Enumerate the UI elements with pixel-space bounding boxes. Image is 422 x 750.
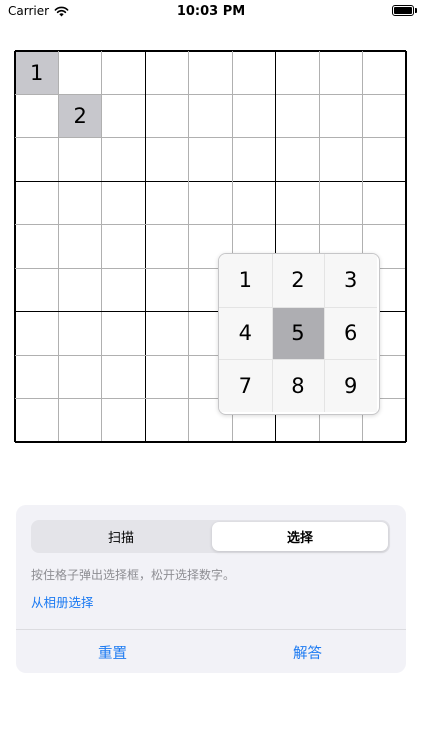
picker-divider [219,306,377,308]
status-bar: Carrier 10:03 PM [0,0,422,24]
reset-button[interactable]: 重置 [98,642,127,663]
solve-button[interactable]: 解答 [293,642,322,663]
grid-line-vertical [57,51,59,442]
number-picker[interactable]: 123456789 [218,253,380,415]
grid-line-horizontal [15,137,406,139]
picker-divider [219,359,377,361]
grid-line-horizontal [15,180,406,183]
grid-cell-filled[interactable]: 1 [15,51,59,95]
instruction-text: 按住格子弹出选择框，松开选择数字。 [31,568,236,582]
picker-number-8[interactable]: 8 [271,359,325,412]
grid-line-horizontal [15,93,406,95]
picker-number-7[interactable]: 7 [219,359,272,412]
picker-number-6[interactable]: 6 [324,306,377,360]
choose-from-album-link[interactable]: 从相册选择 [31,592,94,611]
clock: 10:03 PM [176,4,246,19]
grid-line-horizontal [15,441,406,443]
picker-number-2[interactable]: 2 [271,254,325,307]
picker-divider [324,254,326,412]
grid-line-vertical [101,51,103,442]
grid-line-vertical [144,51,147,442]
picker-divider [271,254,273,412]
grid-cell-filled[interactable]: 2 [58,94,102,138]
control-panel: 扫描 选择 按住格子弹出选择框，松开选择数字。 从相册选择 重置 解答 [16,505,406,673]
divider [16,629,406,630]
segment-select[interactable]: 选择 [212,522,388,551]
grid-line-vertical [14,51,16,442]
battery-cap [415,8,417,13]
grid-line-horizontal [15,224,406,226]
grid-line-vertical [188,51,190,442]
picker-number-4[interactable]: 4 [219,306,272,360]
segment-scan[interactable]: 扫描 [33,522,209,551]
picker-number-3[interactable]: 3 [324,254,377,307]
grid-line-horizontal [15,50,406,52]
grid-line-vertical [405,51,407,442]
picker-number-1[interactable]: 1 [219,254,272,307]
battery-icon [392,5,414,16]
picker-number-9[interactable]: 9 [324,359,377,412]
mode-segmented-control[interactable]: 扫描 选择 [31,520,390,553]
picker-number-5[interactable]: 5 [271,306,325,360]
